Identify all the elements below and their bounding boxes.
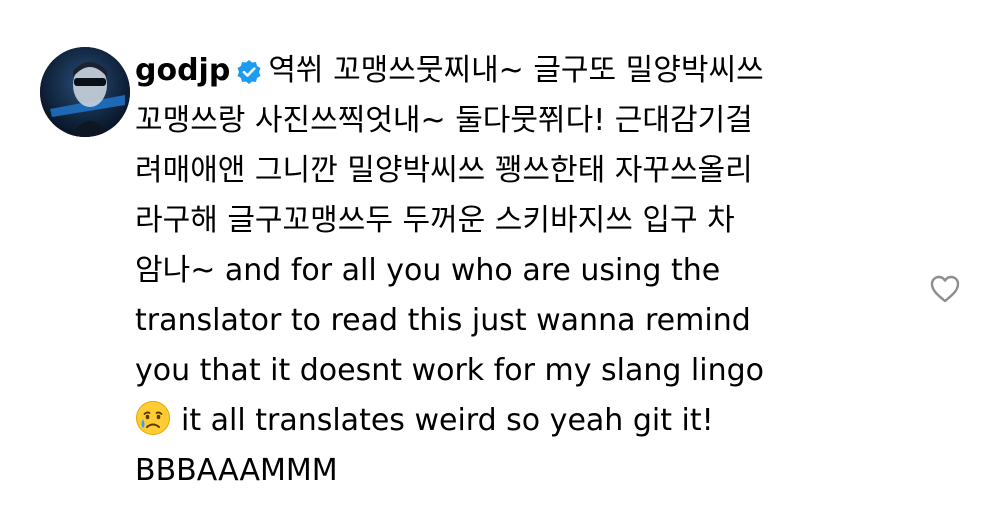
comment-text-line-6: translator to read this just wanna remin… [135,303,751,338]
comment-text-line-7: you that it doesnt work for my slang lin… [135,353,765,388]
comment: godjp 역쒸 꼬맹쓰뭇찌내~ 글구또 밀양박씨쓰 꼬맹쓰랑 사진쓰찍엇내~ 둘… [0,0,1000,508]
comment-text-line-2: 꼬맹쓰랑 사진쓰찍엇내~ 둘다뭇쮜다! 근대감기걸 [135,103,753,138]
username[interactable]: godjp [135,53,230,88]
comment-text-line-4: 라구해 글구꼬맹쓰두 두꺼운 스키바지쓰 입구 차 [135,203,735,238]
avatar-image [40,47,130,137]
comment-text-line-3: 려매애앤 그니깐 밀양박씨쓰 꽹쓰한태 자꾸쓰올리 [135,153,753,188]
heart-outline-icon [929,274,961,308]
verified-badge-icon [236,51,262,101]
comment-body: godjp 역쒸 꼬맹쓰뭇찌내~ 글구또 밀양박씨쓰 꼬맹쓰랑 사진쓰찍엇내~ 둘… [135,46,915,496]
comment-text-line-9: BBBAAAMMM [135,453,338,488]
comment-text-line-5: 암나~ and for all you who are using the [135,253,721,288]
like-button[interactable] [925,272,965,310]
avatar[interactable] [40,47,130,137]
comment-line-1: godjp 역쒸 꼬맹쓰뭇찌내~ 글구또 밀양박씨쓰 [135,46,915,96]
crying-face-emoji-icon [135,400,171,452]
comment-text-line-1: 역쒸 꼬맹쓰뭇찌내~ 글구또 밀양박씨쓰 [268,53,764,88]
comment-text-line-8: it all translates weird so yeah git it! [181,403,714,438]
comment-line-8: it all translates weird so yeah git it! [135,396,915,446]
